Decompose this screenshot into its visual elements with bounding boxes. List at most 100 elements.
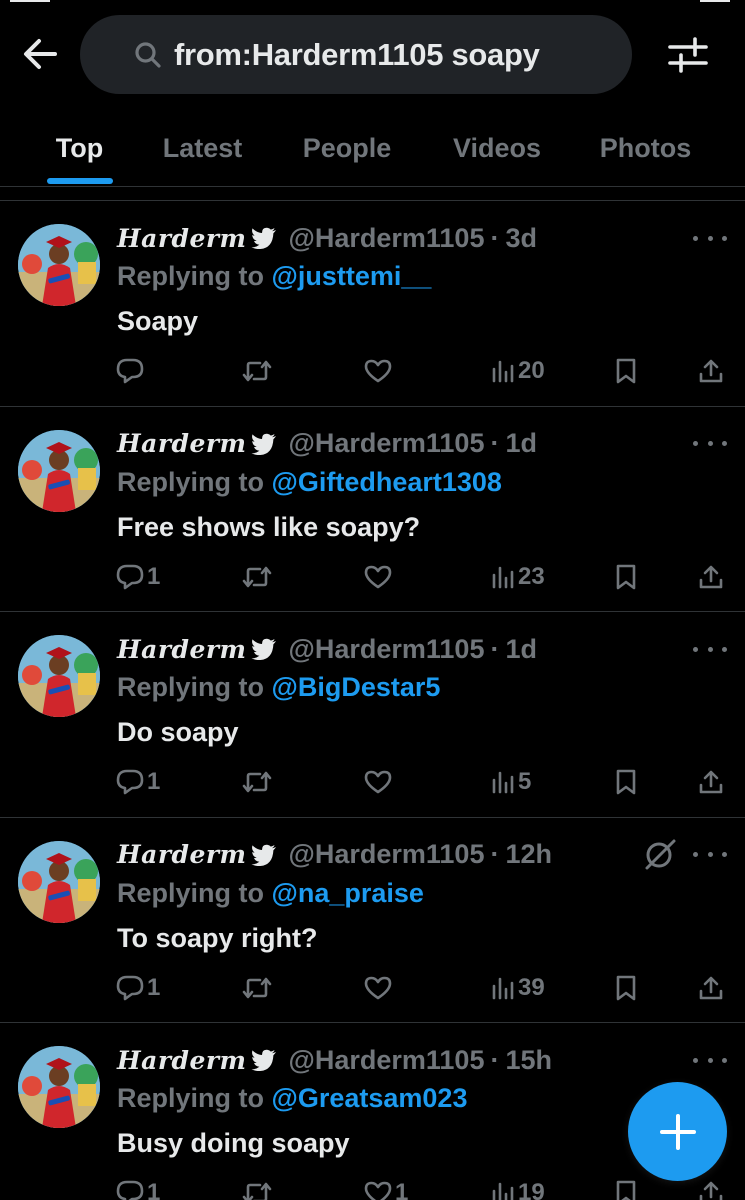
views-button[interactable]: 39 [491, 968, 545, 1008]
display-name[interactable]: Harderm [117, 840, 247, 869]
tab-top[interactable]: Top [0, 110, 159, 186]
tweet[interactable]: Harderm @Harderm1105 · 1d Replying to @G… [0, 407, 745, 612]
reply-mention-link[interactable]: @Giftedheart1308 [272, 467, 502, 497]
tab-people[interactable]: People [246, 110, 448, 186]
tweet-text: Free shows like soapy? [117, 511, 421, 542]
back-button[interactable] [18, 34, 62, 74]
views-button[interactable]: 5 [491, 762, 531, 802]
heart-icon [364, 976, 392, 999]
reply-button[interactable]: 1 [116, 762, 160, 802]
more-options-button[interactable] [693, 226, 727, 250]
bookmark-button[interactable] [614, 1173, 638, 1200]
tweet-time[interactable]: 15h [505, 1045, 552, 1076]
share-button[interactable] [698, 1173, 724, 1200]
bird-icon [251, 843, 277, 867]
share-icon [699, 770, 723, 794]
retweet-icon [242, 566, 272, 587]
tweet-time[interactable]: 1d [505, 428, 537, 459]
tab-videos[interactable]: Videos [448, 110, 546, 186]
views-button[interactable]: 23 [491, 557, 545, 597]
reply-button[interactable]: 1 [116, 1173, 160, 1200]
search-input[interactable]: from:Harderm1105 soapy [80, 15, 632, 94]
retweet-button[interactable] [242, 1173, 275, 1200]
tweet-feed: Harderm @Harderm1105 · 3d Replying to @j… [0, 201, 745, 1200]
retweet-button[interactable] [242, 762, 275, 802]
avatar[interactable] [18, 635, 100, 717]
reply-mention-link[interactable]: @na_praise [272, 878, 424, 908]
tweet[interactable]: Harderm @Harderm1105 · 1d Replying to @B… [0, 612, 745, 818]
tab-photos[interactable]: Photos [546, 110, 745, 186]
tweet[interactable]: Harderm @Harderm1105 · 3d Replying to @j… [0, 201, 745, 407]
more-options-button[interactable] [693, 843, 727, 867]
user-handle[interactable]: @Harderm1105 [289, 634, 485, 665]
reply-button[interactable]: 1 [116, 557, 160, 597]
view-count: 19 [518, 1179, 545, 1200]
more-options-button[interactable] [693, 432, 727, 456]
muted-conversation-icon[interactable] [643, 837, 677, 871]
bookmark-button[interactable] [614, 762, 638, 802]
replying-to-label: Replying to [117, 1083, 264, 1113]
dot [693, 235, 698, 241]
comment-icon [116, 564, 144, 589]
reply-button[interactable] [116, 351, 147, 391]
user-handle[interactable]: @Harderm1105 [289, 223, 485, 254]
separator-dot: · [490, 428, 500, 458]
tweet-text: To soapy right? [117, 922, 318, 953]
avatar[interactable] [18, 1046, 100, 1128]
user-handle[interactable]: @Harderm1105 [289, 428, 485, 459]
views-button[interactable]: 19 [491, 1173, 545, 1200]
tab-label: People [302, 132, 392, 163]
like-button[interactable] [364, 762, 395, 802]
dot [722, 1057, 727, 1063]
like-count: 1 [395, 1179, 409, 1200]
bookmark-button[interactable] [614, 968, 638, 1008]
compose-button[interactable] [628, 1082, 727, 1181]
display-name[interactable]: Harderm [117, 1046, 247, 1075]
reply-button[interactable]: 1 [116, 968, 160, 1008]
share-button[interactable] [698, 762, 724, 802]
tab-label: Videos [452, 132, 542, 163]
more-options-button[interactable] [693, 1048, 727, 1072]
sliders-icon [668, 37, 708, 73]
search-filter-button[interactable] [664, 34, 712, 76]
tweet-header: Harderm @Harderm1105 · 1d [117, 427, 537, 461]
share-button[interactable] [698, 351, 724, 391]
tweet-time[interactable]: 12h [505, 839, 552, 870]
tab-latest[interactable]: Latest [159, 110, 246, 186]
tweet-actions: 1 23 [0, 557, 745, 597]
user-handle[interactable]: @Harderm1105 [289, 1045, 485, 1076]
avatar[interactable] [18, 429, 100, 512]
retweet-icon [242, 1182, 272, 1200]
views-button[interactable]: 20 [491, 351, 545, 391]
display-name[interactable]: Harderm [117, 635, 247, 664]
retweet-button[interactable] [242, 968, 275, 1008]
battery-icon [700, 0, 730, 2]
heart-icon [364, 359, 392, 383]
retweet-button[interactable] [242, 557, 275, 597]
share-button[interactable] [698, 968, 724, 1008]
tweet-time[interactable]: 3d [505, 223, 537, 254]
display-name[interactable]: Harderm [117, 429, 247, 458]
bookmark-icon [616, 564, 636, 589]
dot [722, 852, 727, 857]
tweet-time[interactable]: 1d [505, 634, 537, 665]
reply-mention-link[interactable]: @BigDestar5 [272, 672, 441, 702]
avatar[interactable] [18, 224, 100, 306]
reply-mention-link[interactable]: @Greatsam023 [272, 1083, 468, 1113]
like-button[interactable] [364, 557, 395, 597]
avatar[interactable] [18, 840, 100, 923]
share-button[interactable] [698, 557, 724, 597]
like-button[interactable] [364, 968, 395, 1008]
bookmark-button[interactable] [614, 557, 638, 597]
like-button[interactable]: 1 [364, 1173, 408, 1200]
user-handle[interactable]: @Harderm1105 [289, 839, 485, 870]
reply-mention-link[interactable]: @justtemi__ [272, 261, 432, 291]
bookmark-button[interactable] [614, 351, 638, 391]
display-name[interactable]: Harderm [117, 224, 247, 253]
tweet[interactable]: Harderm @Harderm1105 · 12h Replying to @… [0, 818, 745, 1023]
like-button[interactable] [364, 351, 395, 391]
more-options-button[interactable] [693, 637, 727, 661]
bookmark-icon [616, 358, 636, 384]
replying-to-label: Replying to [117, 261, 264, 291]
retweet-button[interactable] [242, 351, 275, 391]
